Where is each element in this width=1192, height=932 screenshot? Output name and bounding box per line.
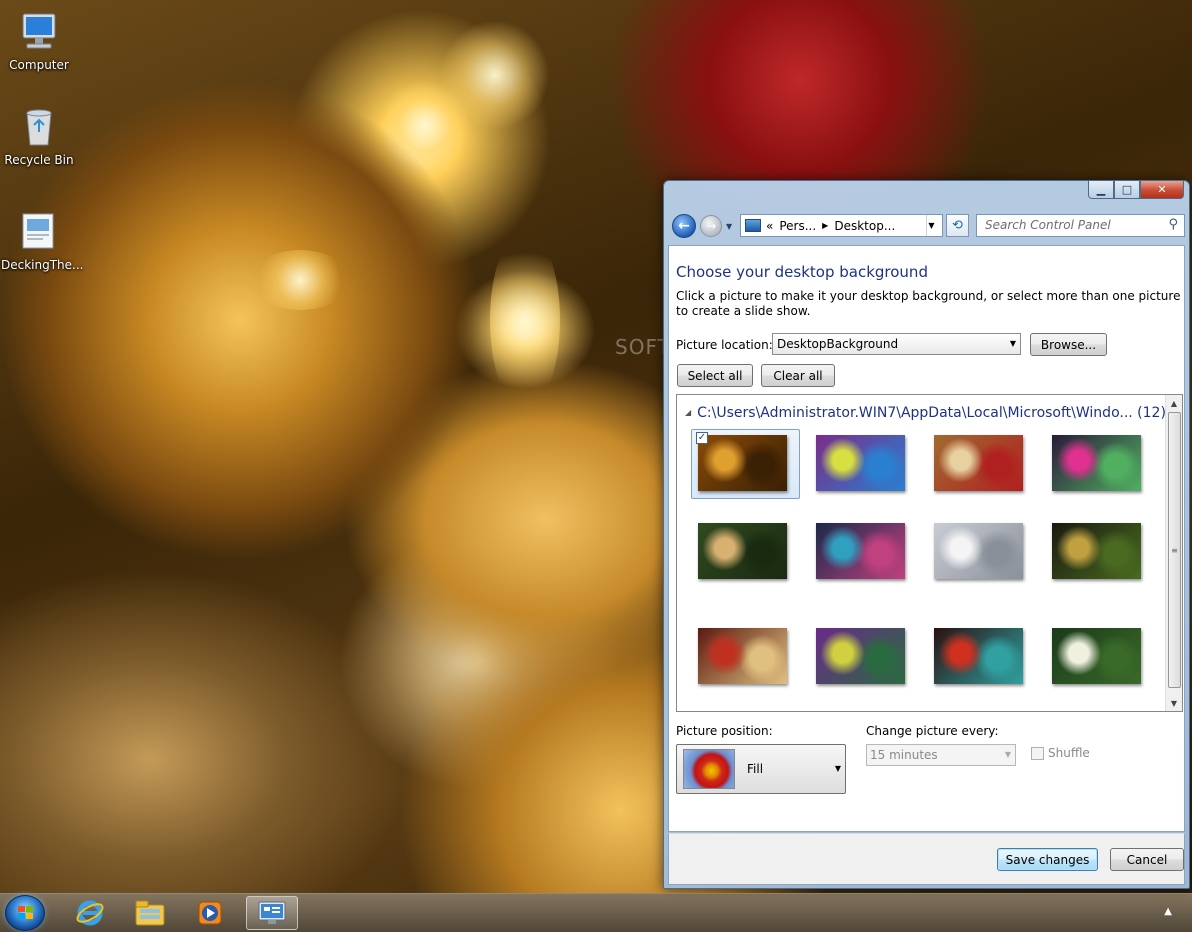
breadcrumb-separator-icon: ▶	[822, 221, 829, 230]
minimize-icon: ▁	[1096, 183, 1106, 196]
back-arrow-icon: ←	[678, 218, 690, 234]
windows-logo-icon	[18, 906, 34, 921]
start-button[interactable]	[5, 895, 45, 931]
wallpaper-thumbnail[interactable]	[698, 628, 787, 684]
ornament-reflection	[250, 250, 350, 310]
taskbar-personalization[interactable]	[246, 896, 298, 930]
desktop-icon-theme-file[interactable]: DeckingThe...	[1, 210, 84, 272]
position-preview-image	[683, 749, 735, 789]
navigation-bar: ← → ▼ « Pers... ▶ Desktop... ▼ ⟲ Search …	[670, 213, 1185, 239]
wallpaper-thumbnail[interactable]	[934, 523, 1023, 579]
picture-location-value: DesktopBackground	[777, 337, 899, 351]
search-input[interactable]: Search Control Panel ⚲	[976, 214, 1185, 237]
page-title: Choose your desktop background	[676, 263, 928, 281]
media-player-icon	[198, 901, 222, 925]
refresh-icon: ⟲	[952, 218, 963, 233]
wallpaper-thumbnail[interactable]	[934, 628, 1023, 684]
chevron-down-icon: ▼	[834, 764, 841, 773]
close-button[interactable]: ✕	[1140, 181, 1184, 199]
maximize-icon: □	[1121, 183, 1133, 196]
picture-location-label: Picture location:	[676, 338, 773, 352]
select-all-button[interactable]: Select all	[677, 364, 753, 387]
taskbar: ▲	[0, 893, 1192, 932]
candle-flame	[490, 230, 560, 410]
content-pane: Choose your desktop background Click a p…	[668, 245, 1185, 832]
change-interval-value: 15 minutes	[870, 748, 938, 762]
search-placeholder: Search Control Panel	[985, 218, 1111, 232]
show-hidden-icons-arrow[interactable]: ▲	[1164, 906, 1172, 917]
breadcrumb-item-desktop[interactable]: Desktop...	[834, 219, 895, 233]
checkbox-box[interactable]	[1031, 746, 1044, 760]
windows-explorer-icon	[135, 900, 165, 926]
taskbar-media-player[interactable]	[184, 896, 236, 930]
address-bar[interactable]: « Pers... ▶ Desktop... ▼	[740, 214, 943, 237]
save-changes-button[interactable]: Save changes	[997, 848, 1098, 871]
cancel-button[interactable]: Cancel	[1110, 848, 1184, 871]
wallpaper-thumbnail[interactable]	[1052, 628, 1141, 684]
theme-file-icon	[17, 210, 61, 254]
close-icon: ✕	[1157, 183, 1167, 196]
desktop-icon-label: Computer	[9, 58, 69, 72]
personalization-window: ▁ □ ✕ ← → ▼ « Pers... ▶ Desktop... ▼ ⟲ S…	[663, 180, 1190, 889]
shuffle-checkbox[interactable]: Shuffle	[1031, 746, 1090, 760]
internet-explorer-icon	[76, 900, 104, 926]
desktop-icon-label: Recycle Bin	[4, 153, 74, 167]
shuffle-label: Shuffle	[1048, 746, 1090, 760]
thumbnail-checkbox[interactable]: ✓	[696, 432, 708, 444]
page-description: Click a picture to make it your desktop …	[676, 289, 1181, 318]
clear-all-button[interactable]: Clear all	[761, 364, 835, 387]
picture-position-value: Fill	[747, 762, 764, 776]
breadcrumb-overflow[interactable]: «	[766, 219, 773, 233]
maximize-button[interactable]: □	[1114, 181, 1140, 199]
back-button[interactable]: ←	[672, 214, 696, 238]
wallpaper-thumbnail[interactable]	[934, 435, 1023, 491]
recent-pages-dropdown[interactable]: ▼	[726, 222, 732, 231]
chevron-down-icon: ▼	[928, 221, 935, 230]
breadcrumb-item-personalization[interactable]: Pers...	[779, 219, 816, 233]
change-interval-select[interactable]: 15 minutes ▼	[866, 744, 1016, 766]
group-header-path: C:\Users\Administrator.WIN7\AppData\Loca…	[697, 405, 1166, 421]
address-dropdown-button[interactable]: ▼	[926, 215, 942, 236]
picture-position-label: Picture position:	[676, 724, 773, 738]
taskbar-internet-explorer[interactable]	[64, 896, 116, 930]
chevron-down-icon: ▼	[1004, 750, 1011, 759]
refresh-button[interactable]: ⟲	[946, 214, 969, 237]
wallpaper-thumbnail[interactable]	[698, 523, 787, 579]
desktop-icon-computer[interactable]: Computer	[1, 10, 77, 72]
wallpaper-thumbnail[interactable]	[1052, 523, 1141, 579]
wallpaper-gallery: ◢ C:\Users\Administrator.WIN7\AppData\Loc…	[676, 394, 1183, 712]
collapse-triangle-icon[interactable]: ◢	[685, 408, 691, 417]
wallpaper-thumbnail[interactable]	[816, 628, 905, 684]
group-header[interactable]: ◢ C:\Users\Administrator.WIN7\AppData\Loc…	[685, 405, 1166, 421]
wallpaper-thumbnail[interactable]	[1052, 435, 1141, 491]
forward-arrow-icon: →	[705, 219, 717, 233]
taskbar-windows-explorer[interactable]	[124, 896, 176, 930]
wallpaper-thumbnail[interactable]	[816, 523, 905, 579]
dialog-footer: Save changes Cancel	[668, 833, 1185, 885]
scroll-down-icon[interactable]: ▼	[1166, 695, 1182, 711]
caption-buttons: ▁ □ ✕	[1088, 181, 1184, 199]
scroll-thumb[interactable]: ≡	[1168, 412, 1181, 688]
browse-button[interactable]: Browse...	[1030, 333, 1107, 356]
search-icon[interactable]: ⚲	[1168, 217, 1178, 232]
forward-button[interactable]: →	[700, 215, 722, 237]
desktop-icon-recycle-bin[interactable]: Recycle Bin	[1, 105, 77, 167]
picture-location-select[interactable]: DesktopBackground ▼	[772, 333, 1021, 355]
wallpaper-thumbnail[interactable]	[698, 435, 787, 491]
change-picture-label: Change picture every:	[866, 724, 999, 738]
control-panel-icon	[745, 219, 761, 232]
recycle-bin-icon	[17, 105, 61, 149]
computer-icon	[17, 10, 61, 54]
scroll-up-icon[interactable]: ▲	[1166, 395, 1182, 411]
personalization-icon	[258, 901, 286, 924]
vertical-scrollbar[interactable]: ▲ ≡ ▼	[1165, 395, 1182, 711]
minimize-button[interactable]: ▁	[1088, 181, 1114, 199]
wallpaper-thumbnail[interactable]	[816, 435, 905, 491]
picture-position-select[interactable]: Fill ▼	[676, 744, 846, 794]
chevron-down-icon: ▼	[1009, 339, 1016, 348]
wallpaper-glow	[440, 20, 550, 130]
desktop-icon-label: DeckingThe...	[1, 258, 84, 272]
